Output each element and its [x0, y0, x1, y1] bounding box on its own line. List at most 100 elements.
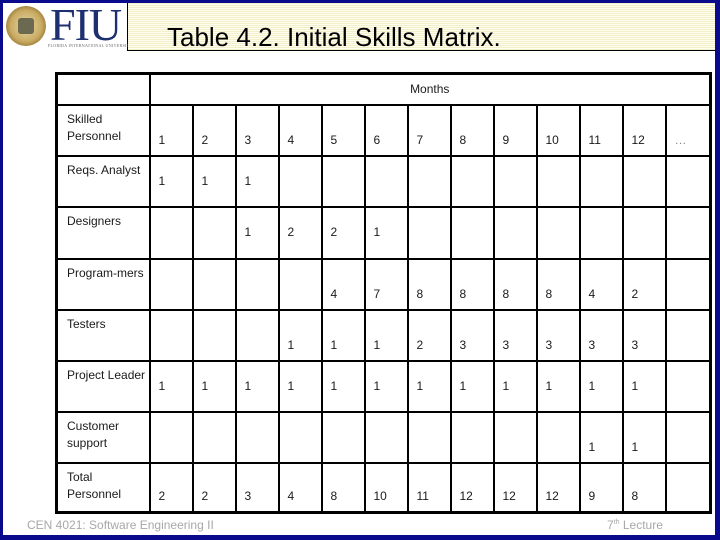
matrix-cell: 1 [320, 359, 366, 413]
matrix-cell [664, 154, 712, 208]
logo-text: FIU [50, 0, 122, 50]
matrix-cell [449, 205, 495, 260]
month-number-cell: 8 [449, 103, 495, 157]
month-number-cell: 2 [191, 103, 237, 157]
matrix-cell: 10 [363, 461, 409, 514]
matrix-cell: 1 [363, 308, 409, 362]
matrix-cell [191, 308, 237, 362]
matrix-cell [492, 205, 538, 260]
skill-row: Testers 1 1 1 2 3 3 3 3 3 [55, 308, 712, 362]
matrix-cell: 3 [449, 308, 495, 362]
matrix-cell [277, 154, 323, 208]
footer-course: CEN 4021: Software Engineering II [27, 518, 214, 532]
matrix-cell [664, 359, 712, 413]
matrix-cell: 1 [277, 359, 323, 413]
month-number-cell: … [664, 103, 712, 157]
matrix-cell: 2 [191, 461, 237, 514]
matrix-cell [406, 154, 452, 208]
matrix-cell [578, 205, 624, 260]
matrix-cell: 1 [234, 154, 280, 208]
corner-cell [55, 72, 151, 106]
matrix-cell: 2 [621, 257, 667, 311]
matrix-cell: 1 [621, 410, 667, 464]
months-header: Months [148, 72, 712, 106]
matrix-cell [191, 257, 237, 311]
matrix-cell [621, 205, 667, 260]
skill-row: Designers 1 2 2 1 [55, 205, 712, 260]
title-band: Table 4.2. Initial Skills Matrix. [128, 3, 715, 52]
row-label: Designers [55, 205, 151, 260]
month-number-cell: 11 [578, 103, 624, 157]
row-label: Program-mers [55, 257, 151, 311]
matrix-cell: 8 [320, 461, 366, 514]
matrix-cell: 3 [578, 308, 624, 362]
matrix-cell [148, 257, 194, 311]
matrix-cell [664, 410, 712, 464]
matrix-cell [492, 154, 538, 208]
matrix-cell: 1 [234, 205, 280, 260]
row-label: Total Personnel [55, 461, 151, 514]
skill-row: Program-mers 4 7 8 8 8 8 4 2 [55, 257, 712, 311]
matrix-cell [148, 410, 194, 464]
month-number-cell: 5 [320, 103, 366, 157]
month-number-cell: 1 [148, 103, 194, 157]
matrix-cell: 7 [363, 257, 409, 311]
matrix-cell: 12 [492, 461, 538, 514]
matrix-cell [148, 308, 194, 362]
matrix-cell [535, 205, 581, 260]
matrix-cell: 12 [535, 461, 581, 514]
matrix-cell: 3 [492, 308, 538, 362]
matrix-cell: 11 [406, 461, 452, 514]
month-number-cell: 3 [234, 103, 280, 157]
matrix-cell: 1 [191, 359, 237, 413]
lecture-number: 7 [607, 518, 614, 532]
matrix-cell: 2 [320, 205, 366, 260]
matrix-cell: 3 [621, 308, 667, 362]
matrix-cell [535, 154, 581, 208]
matrix-cell [234, 410, 280, 464]
matrix-cell [191, 205, 237, 260]
matrix-cell [191, 410, 237, 464]
matrix-cell: 3 [535, 308, 581, 362]
matrix-cell: 3 [234, 461, 280, 514]
matrix-cell: 1 [148, 359, 194, 413]
matrix-cell [664, 205, 712, 260]
month-number-cell: 6 [363, 103, 409, 157]
matrix-cell: 1 [621, 359, 667, 413]
logo-subtitle: FLORIDA INTERNATIONAL UNIVERSITY [48, 43, 133, 48]
matrix-cell: 2 [148, 461, 194, 514]
matrix-cell [449, 154, 495, 208]
matrix-cell: 1 [535, 359, 581, 413]
row-label: Customer support [55, 410, 151, 464]
matrix-cell: 1 [148, 154, 194, 208]
row-label: Skilled Personnel [55, 103, 151, 157]
slide-title: Table 4.2. Initial Skills Matrix. [167, 22, 501, 52]
skills-matrix-table: Months Skilled Personnel 1 2 3 4 5 6 7 8 9 10 11 12…… [55, 72, 712, 514]
months-header-row: Months [55, 72, 712, 106]
matrix-cell [277, 410, 323, 464]
month-number-cell: 9 [492, 103, 538, 157]
matrix-cell [664, 257, 712, 311]
matrix-cell: 1 [320, 308, 366, 362]
matrix-cell: 8 [621, 461, 667, 514]
matrix-cell: 1 [492, 359, 538, 413]
matrix-cell [621, 154, 667, 208]
matrix-cell [277, 257, 323, 311]
fiu-logo: FIU FLORIDA INTERNATIONAL UNIVERSITY [3, 0, 132, 51]
month-number-cell: 4 [277, 103, 323, 157]
matrix-cell [664, 461, 712, 514]
skill-row: Total Personnel 2 2 3 4 8 10 11 12 12 12 9 8 [55, 461, 712, 514]
skill-row: Reqs. Analyst 1 1 1 [55, 154, 712, 208]
matrix-cell: 1 [234, 359, 280, 413]
lecture-word: Lecture [619, 518, 663, 532]
row-label: Testers [55, 308, 151, 362]
matrix-cell [449, 410, 495, 464]
matrix-cell [320, 154, 366, 208]
matrix-cell [535, 410, 581, 464]
row-label: Reqs. Analyst [55, 154, 151, 208]
matrix-cell: 1 [406, 359, 452, 413]
matrix-cell [406, 205, 452, 260]
matrix-cell: 9 [578, 461, 624, 514]
matrix-cell: 1 [578, 359, 624, 413]
slide: FIU FLORIDA INTERNATIONAL UNIVERSITY Tab… [3, 0, 715, 535]
